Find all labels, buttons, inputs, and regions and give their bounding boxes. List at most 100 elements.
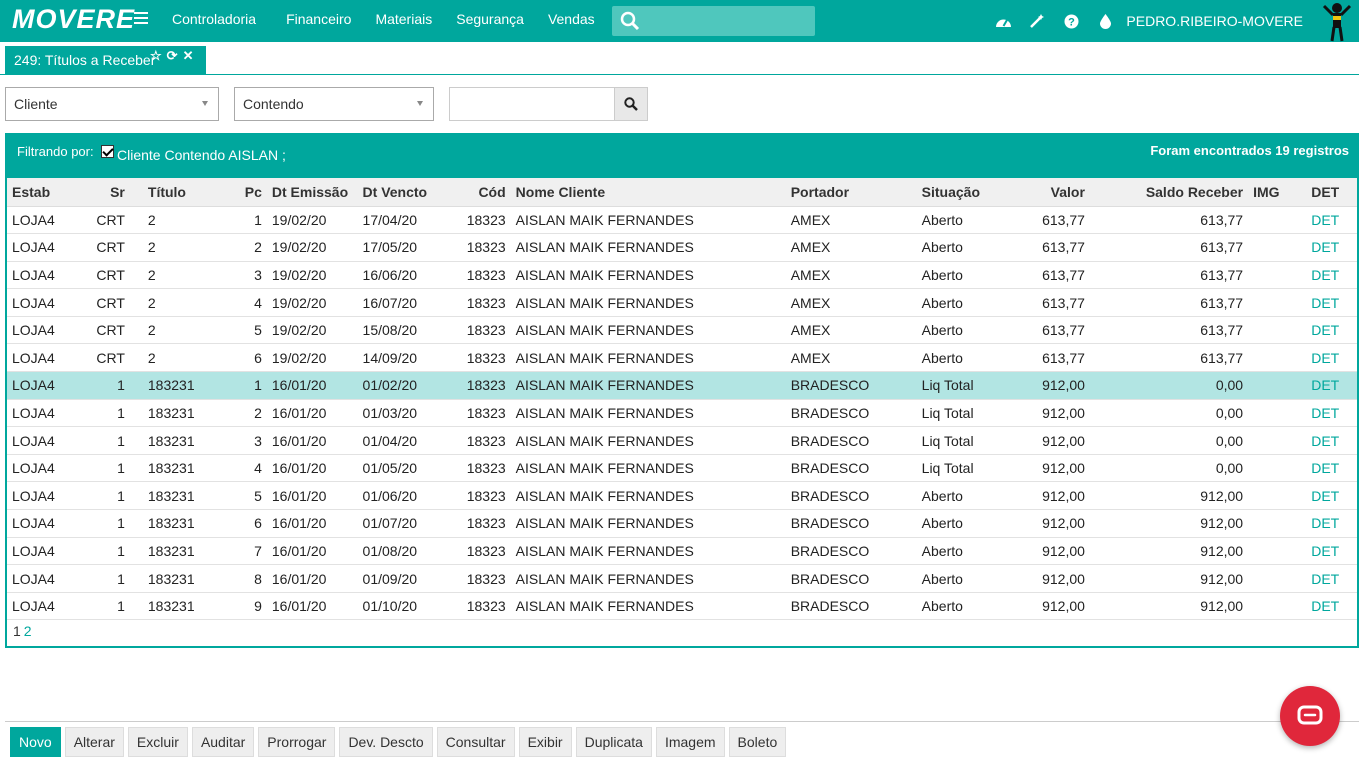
cell-estab: LOJA4 — [7, 454, 83, 483]
cell-cod: 18323 — [448, 343, 511, 373]
close-icon[interactable]: ✕ — [183, 48, 194, 64]
table-header-row: Estab Sr Título Pc Dt Emissão Dt Vencto … — [7, 178, 1357, 207]
table-row[interactable]: LOJA4 1 183231 9 16/01/20 01/10/20 18323 AISLAN… — [7, 592, 1357, 621]
cell-det[interactable]: DET — [1293, 206, 1357, 235]
cell-estab: LOJA4 — [7, 509, 83, 538]
table-row[interactable]: LOJA4 CRT 2 1 19/02/20 17/04/20 18323 AISLAN MA… — [7, 206, 1357, 235]
cell-det[interactable]: DET — [1293, 426, 1357, 455]
table-row[interactable]: LOJA4 CRT 2 6 19/02/20 14/09/20 18323 AISLAN MA… — [7, 343, 1357, 373]
cell-cod: 18323 — [448, 509, 511, 538]
cell-det[interactable]: DET — [1293, 564, 1357, 593]
chat-button[interactable] — [1280, 686, 1340, 746]
magic-wand-icon[interactable] — [1020, 2, 1054, 40]
cell-det[interactable]: DET — [1293, 371, 1357, 400]
col-dt-emissao[interactable]: Dt Emissão — [266, 178, 358, 207]
col-valor[interactable]: Valor — [1009, 178, 1090, 207]
col-pc[interactable]: Pc — [223, 178, 267, 207]
cell-det[interactable]: DET — [1293, 454, 1357, 483]
global-search-input[interactable] — [612, 6, 815, 36]
filter-value-input[interactable] — [449, 87, 615, 121]
menu-item-seguranca[interactable]: Segurança — [444, 0, 536, 42]
cell-det[interactable]: DET — [1293, 316, 1357, 345]
refresh-icon[interactable]: ⟳ — [167, 48, 178, 64]
cell-nome-cliente: AISLAN MAIK FERNANDES — [510, 206, 786, 235]
novo-button[interactable]: Novo — [10, 727, 61, 757]
consultar-button[interactable]: Consultar — [436, 727, 515, 757]
cell-det[interactable]: DET — [1293, 592, 1357, 621]
page-2[interactable]: 2 — [24, 623, 32, 639]
cell-valor: 912,00 — [1009, 481, 1090, 511]
col-sr[interactable]: Sr — [82, 178, 130, 207]
tab-titulos-a-receber[interactable]: 249: Títulos a Receber ☆ ⟳ ✕ — [5, 46, 206, 75]
auditar-button[interactable]: Auditar — [191, 727, 255, 757]
col-portador[interactable]: Portador — [785, 178, 917, 207]
cell-pc: 1 — [223, 206, 267, 235]
table-row[interactable]: LOJA4 1 183231 3 16/01/20 01/04/20 18323 AISLAN… — [7, 426, 1357, 455]
filter-field-select[interactable]: Cliente — [5, 87, 219, 121]
table-row[interactable]: LOJA4 1 183231 4 16/01/20 01/05/20 18323 AISLAN… — [7, 454, 1357, 483]
cell-portador: BRADESCO — [785, 592, 917, 621]
tab-row: 249: Títulos a Receber ☆ ⟳ ✕ — [0, 42, 1359, 75]
imagem-button[interactable]: Imagem — [655, 727, 725, 757]
table-row[interactable]: LOJA4 1 183231 2 16/01/20 01/03/20 18323 AISLAN… — [7, 399, 1357, 428]
menu-item-materiais[interactable]: Materiais — [363, 0, 444, 42]
duplicata-button[interactable]: Duplicata — [575, 727, 652, 757]
prorrogar-button[interactable]: Prorrogar — [258, 727, 336, 757]
dev-descto-button[interactable]: Dev. Descto — [339, 727, 433, 757]
table-row[interactable]: LOJA4 1 183231 6 16/01/20 01/07/20 18323 AISLAN… — [7, 509, 1357, 538]
table-row[interactable]: LOJA4 CRT 2 2 19/02/20 17/05/20 18323 AISLAN MA… — [7, 233, 1357, 262]
alterar-button[interactable]: Alterar — [64, 727, 124, 757]
table-row[interactable]: LOJA4 CRT 2 5 19/02/20 15/08/20 18323 AISLAN MA… — [7, 316, 1357, 345]
col-dt-vencto[interactable]: Dt Vencto — [357, 178, 449, 207]
cell-estab: LOJA4 — [7, 537, 83, 566]
col-situacao[interactable]: Situação — [916, 178, 1010, 207]
dashboard-icon[interactable] — [986, 2, 1020, 40]
cell-det[interactable]: DET — [1293, 481, 1357, 511]
cell-det[interactable]: DET — [1293, 233, 1357, 262]
table-row[interactable]: LOJA4 CRT 2 4 19/02/20 16/07/20 18323 AISLAN MA… — [7, 288, 1357, 317]
cell-cod: 18323 — [448, 371, 511, 400]
cell-det[interactable]: DET — [1293, 399, 1357, 428]
col-estab[interactable]: Estab — [7, 178, 83, 207]
cell-det[interactable]: DET — [1293, 537, 1357, 566]
star-icon[interactable]: ☆ — [150, 48, 162, 64]
col-nome-cliente[interactable]: Nome Cliente — [510, 178, 786, 207]
menu-item-financeiro[interactable]: Financeiro — [274, 0, 363, 42]
table-row[interactable]: LOJA4 1 183231 8 16/01/20 01/09/20 18323 AISLAN… — [7, 564, 1357, 593]
filter-checkbox[interactable] — [101, 145, 114, 158]
search-button[interactable] — [614, 87, 648, 121]
col-titulo[interactable]: Título — [129, 178, 224, 207]
cell-situacao: Liq Total — [916, 426, 1010, 455]
table-row[interactable]: LOJA4 1 183231 7 16/01/20 01/08/20 18323 AISLAN… — [7, 537, 1357, 566]
username[interactable]: PEDRO.RIBEIRO-MOVERE — [1126, 2, 1303, 40]
col-img[interactable]: IMG — [1248, 178, 1294, 207]
col-saldo-receber[interactable]: Saldo Receber — [1089, 178, 1249, 207]
col-cod[interactable]: Cód — [448, 178, 511, 207]
drop-icon[interactable] — [1088, 2, 1122, 40]
cell-det[interactable]: DET — [1293, 288, 1357, 317]
excluir-button[interactable]: Excluir — [127, 727, 188, 757]
hamburger-menu-icon[interactable] — [134, 12, 148, 26]
cell-det[interactable]: DET — [1293, 343, 1357, 373]
exibir-button[interactable]: Exibir — [518, 727, 572, 757]
boleto-button[interactable]: Boleto — [728, 727, 787, 757]
cell-det[interactable]: DET — [1293, 261, 1357, 290]
cell-sr: CRT — [82, 261, 130, 290]
cell-pc: 8 — [223, 564, 267, 593]
col-det[interactable]: DET — [1293, 178, 1357, 207]
table-row[interactable]: LOJA4 CRT 2 3 19/02/20 16/06/20 18323 AISLAN MA… — [7, 261, 1357, 290]
cell-dt-vencto: 01/07/20 — [357, 509, 449, 538]
filter-operator-select[interactable]: Contendo — [234, 87, 434, 121]
cell-situacao: Aberto — [916, 509, 1010, 538]
app-logo[interactable]: MOVERE — [12, 4, 135, 35]
cell-situacao: Liq Total — [916, 371, 1010, 400]
help-icon[interactable]: ? — [1054, 2, 1088, 40]
cell-img — [1248, 481, 1294, 511]
menu-item-controladoria[interactable]: Controladoria — [160, 0, 268, 42]
page-1[interactable]: 1 — [13, 623, 21, 639]
menu-item-vendas[interactable]: Vendas — [536, 0, 607, 42]
cell-det[interactable]: DET — [1293, 509, 1357, 538]
avatar-icon[interactable] — [1319, 0, 1355, 42]
table-row[interactable]: LOJA4 1 183231 1 16/01/20 01/02/20 18323 AISLAN… — [7, 371, 1357, 400]
table-row[interactable]: LOJA4 1 183231 5 16/01/20 01/06/20 18323 AISLAN… — [7, 481, 1357, 511]
